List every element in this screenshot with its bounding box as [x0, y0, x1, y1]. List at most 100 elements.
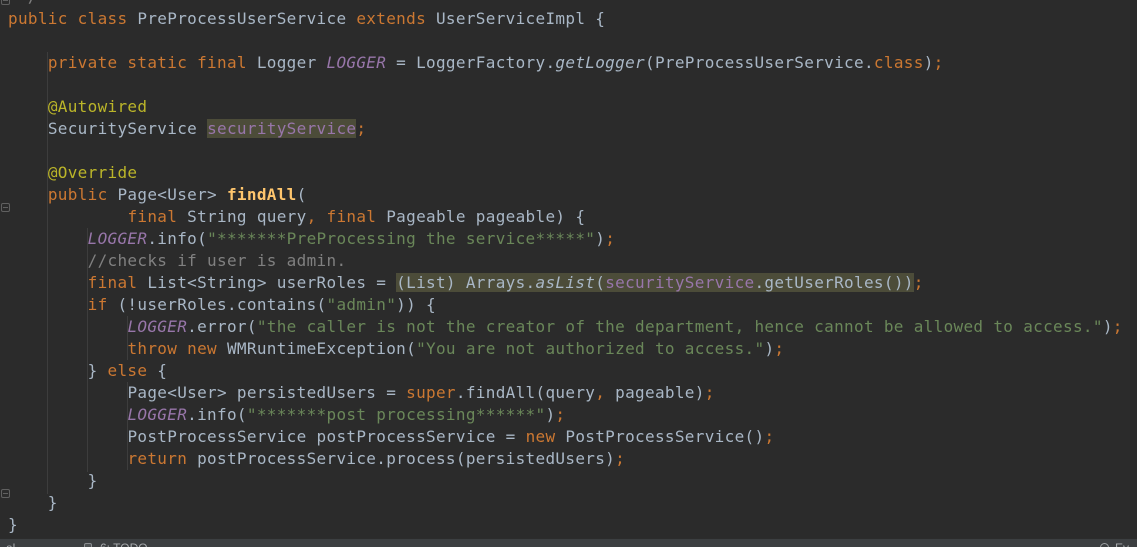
code-token: LOGGER	[127, 317, 187, 336]
code-line[interactable]: public class PreProcessUserService exten…	[8, 8, 1137, 30]
code-token: securityService	[207, 119, 356, 138]
editor-window: */public class PreProcessUserService ext…	[0, 0, 1137, 547]
code-token: LOGGER	[327, 53, 397, 72]
code-token: Page<User> persistedUsers =	[127, 383, 406, 402]
code-token: Page<User>	[117, 185, 226, 204]
code-token: )	[764, 339, 774, 358]
code-token: ;	[705, 383, 715, 402]
code-token: .info(	[147, 229, 207, 248]
code-token: getLogger	[555, 53, 645, 72]
code-line[interactable]: @Autowired	[8, 96, 1137, 118]
statusbar: al 6: TODO Ev	[0, 538, 1137, 547]
code-token: ;	[555, 405, 565, 424]
code-token: Logger	[257, 53, 327, 72]
code-token	[8, 97, 48, 116]
code-token: "the caller is not the creator of the de…	[257, 317, 1103, 336]
code-token	[317, 207, 327, 226]
code-token: final	[88, 273, 148, 292]
code-line[interactable]: final String query, final Pageable pagea…	[8, 206, 1137, 228]
code-token: new	[526, 427, 566, 446]
code-line[interactable]: LOGGER.info("*******post processing*****…	[8, 404, 1137, 426]
code-line[interactable]: final List<String> userRoles = (List) Ar…	[8, 272, 1137, 294]
code-line[interactable]: PostProcessService postProcessService = …	[8, 426, 1137, 448]
statusbar-partial-label[interactable]: al	[6, 541, 15, 547]
code-token: String query	[187, 207, 306, 226]
event-log-button[interactable]: Ev	[1115, 541, 1129, 547]
code-line[interactable]: if (!userRoles.contains("admin")) {	[8, 294, 1137, 316]
code-token: }	[8, 515, 18, 534]
code-token: "admin"	[327, 295, 397, 314]
code-token: )	[595, 229, 605, 248]
code-line[interactable]: return postProcessService.process(persis…	[8, 448, 1137, 470]
code-token: @Autowired	[48, 97, 148, 116]
fold-marker-icon[interactable]	[1, 0, 10, 5]
code-line[interactable]: SecurityService securityService;	[8, 118, 1137, 140]
code-line[interactable]	[8, 140, 1137, 162]
code-line[interactable]: } else {	[8, 360, 1137, 382]
code-line[interactable]: }	[8, 492, 1137, 514]
code-token	[8, 119, 48, 138]
code-token: return	[127, 449, 197, 468]
code-token: ;	[934, 53, 944, 72]
code-token: final	[127, 207, 187, 226]
code-token	[8, 207, 127, 226]
code-line[interactable]: Page<User> persistedUsers = super.findAl…	[8, 382, 1137, 404]
code-lines[interactable]: */public class PreProcessUserService ext…	[0, 0, 1137, 536]
code-token: (	[595, 273, 605, 292]
code-token: ;	[605, 229, 615, 248]
code-token: PostProcessService()	[565, 427, 764, 446]
code-token	[8, 317, 127, 336]
code-editor[interactable]: */public class PreProcessUserService ext…	[0, 0, 1137, 538]
code-line[interactable]: //checks if user is admin.	[8, 250, 1137, 272]
event-log-icon[interactable]	[1100, 543, 1109, 547]
code-line[interactable]: throw new WMRuntimeException("You are no…	[8, 338, 1137, 360]
code-line[interactable]	[8, 30, 1137, 52]
code-line[interactable]: }	[8, 514, 1137, 536]
code-token: ;	[764, 427, 774, 446]
code-token: "You are not authorized to access."	[416, 339, 764, 358]
todo-icon[interactable]	[84, 543, 92, 547]
code-token: PostProcessService postProcessService =	[127, 427, 525, 446]
fold-marker-icon[interactable]	[1, 203, 10, 212]
code-token: }	[8, 493, 58, 512]
code-line[interactable]: public Page<User> findAll(	[8, 184, 1137, 206]
code-line[interactable]: }	[8, 470, 1137, 492]
code-token: ,	[595, 383, 605, 402]
code-token: (	[297, 185, 307, 204]
code-token	[8, 163, 48, 182]
code-token: @Override	[48, 163, 138, 182]
code-token	[8, 185, 48, 204]
code-token: securityService	[605, 273, 754, 292]
code-token: UserServiceImpl {	[436, 9, 605, 28]
code-line[interactable]: */	[8, 0, 1137, 8]
code-line[interactable]	[8, 74, 1137, 96]
code-token: WMRuntimeException(	[227, 339, 416, 358]
code-token: "*******post processing******"	[247, 405, 546, 424]
code-token: (PreProcessUserService.	[645, 53, 874, 72]
code-token: pageable)	[605, 383, 705, 402]
code-token: postProcessService.process(persistedUser…	[197, 449, 615, 468]
todo-toolwindow-button[interactable]: 6: TODO	[100, 541, 148, 547]
code-line[interactable]: LOGGER.info("*******PreProcessing the se…	[8, 228, 1137, 250]
code-token: (List) Arrays.	[396, 273, 535, 292]
fold-marker-icon[interactable]	[1, 489, 10, 498]
indent-guide	[87, 228, 88, 472]
code-token: class	[874, 53, 924, 72]
code-token: .info(	[187, 405, 247, 424]
code-token: public class	[8, 9, 137, 28]
code-token: else	[108, 361, 158, 380]
code-token: throw new	[127, 339, 227, 358]
code-token: LOGGER	[127, 405, 187, 424]
code-token: )	[1103, 317, 1113, 336]
code-token: {	[157, 361, 167, 380]
code-line[interactable]: @Override	[8, 162, 1137, 184]
code-line[interactable]: LOGGER.error("the caller is not the crea…	[8, 316, 1137, 338]
code-token	[8, 427, 127, 446]
code-token	[8, 405, 127, 424]
code-token: ;	[774, 339, 784, 358]
code-line[interactable]: private static final Logger LOGGER = Log…	[8, 52, 1137, 74]
code-token: asList	[536, 273, 596, 292]
code-token: "*******PreProcessing the service*****"	[207, 229, 595, 248]
code-token: .findAll(query	[456, 383, 595, 402]
indent-guide	[127, 316, 128, 360]
